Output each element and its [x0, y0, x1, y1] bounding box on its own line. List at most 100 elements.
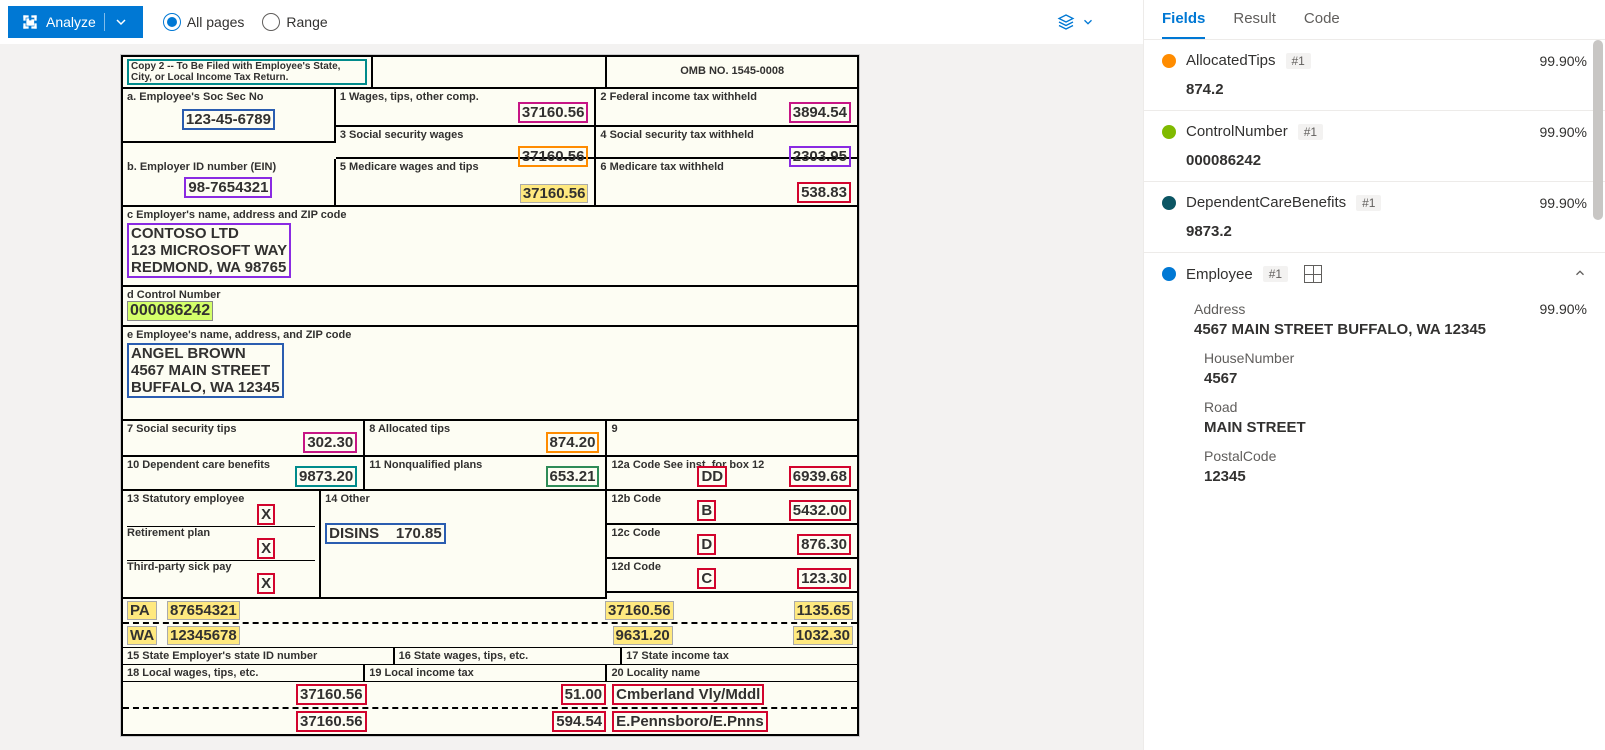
box12b-code: B [697, 500, 716, 521]
box14-value: DISINS 170.85 [325, 523, 446, 544]
ssn-value: 123-45-6789 [182, 109, 275, 130]
field-confidence: 99.90% [1540, 195, 1587, 211]
field-name: ControlNumber [1186, 123, 1288, 140]
box12a-value: 6939.68 [789, 466, 851, 487]
field-badge: #1 [1298, 124, 1323, 140]
ltax1: 51.00 [561, 684, 607, 705]
page-range-radio-group: All pages Range [163, 13, 328, 31]
field-badge: #1 [1356, 195, 1381, 211]
box4-label: 4 Social security tax withheld [600, 129, 853, 141]
analyze-label: Analyze [46, 14, 96, 30]
toolbar: Analyze All pages Range [0, 0, 1143, 44]
box12c-code: D [697, 534, 716, 555]
control-number-value: 000086242 [127, 301, 213, 321]
box19-label: 19 Local income tax [369, 667, 474, 679]
state2: WA [127, 626, 157, 645]
layers-icon[interactable] [1057, 13, 1075, 31]
employer-line1: CONTOSO LTD [131, 225, 287, 242]
subfield-road: Road MAIN STREET [1144, 393, 1605, 442]
box14-label: 14 Other [325, 493, 601, 505]
box7-value: 302.30 [303, 432, 357, 453]
box-c-label: c Employer's name, address and ZIP code [127, 209, 853, 221]
radio-circle-checked [163, 13, 181, 31]
box2-value: 3894.54 [789, 102, 851, 123]
stax2: 1032.30 [793, 626, 853, 645]
toolbar-right [1057, 13, 1135, 31]
box17-label: 17 State income tax [626, 650, 729, 662]
subfield-address: Address99.90% 4567 MAIN STREET BUFFALO, … [1144, 295, 1605, 344]
box13a-x: X [257, 504, 275, 525]
box-a-label: a. Employee's Soc Sec No [127, 91, 330, 103]
box12b-value: 5432.00 [789, 500, 851, 521]
swages2: 9631.20 [613, 626, 673, 645]
chevron-down-icon[interactable] [113, 14, 129, 30]
employer-line2: 123 MICROSOFT WAY [131, 242, 287, 259]
radio-all-pages[interactable]: All pages [163, 13, 245, 31]
document-page: Copy 2 -- To Be Filed with Employee's St… [120, 54, 860, 737]
field-name: AllocatedTips [1186, 52, 1276, 69]
subfield-label: Road [1204, 399, 1587, 415]
omb-label: OMB NO. 1545-0008 [680, 65, 784, 77]
tab-code[interactable]: Code [1304, 10, 1340, 39]
radio-circle [262, 13, 280, 31]
radio-range[interactable]: Range [262, 13, 327, 31]
subfield-value: MAIN STREET [1204, 419, 1587, 436]
field-dependentcarebenefits[interactable]: DependentCareBenefits #1 99.90% 9873.2 [1144, 182, 1605, 253]
box3-label: 3 Social security wages [340, 129, 591, 141]
side-panel: Fields Result Code AllocatedTips #1 99.9… [1143, 0, 1605, 750]
box1-value: 37160.56 [518, 102, 589, 123]
lname1: Cmberland Vly/Mddl [612, 684, 764, 705]
field-allocatedtips[interactable]: AllocatedTips #1 99.90% 874.2 [1144, 40, 1605, 111]
tab-fields[interactable]: Fields [1162, 10, 1205, 39]
ltax2: 594.54 [552, 711, 606, 732]
box8-value: 874.20 [546, 432, 600, 453]
subfield-value: 4567 [1204, 370, 1587, 387]
field-color-dot [1162, 267, 1176, 281]
employer-line3: REDMOND, WA 98765 [131, 259, 287, 276]
radio-all-pages-label: All pages [187, 14, 245, 30]
tab-result[interactable]: Result [1233, 10, 1276, 39]
table-icon[interactable] [1304, 265, 1322, 283]
scrollbar-thumb[interactable] [1593, 40, 1603, 220]
box12d-value: 123.30 [797, 568, 851, 589]
box15-label: 15 State Employer's state ID number [127, 650, 317, 662]
box18-label: 18 Local wages, tips, etc. [127, 667, 258, 679]
field-name: DependentCareBenefits [1186, 194, 1346, 211]
stateid2: 12345678 [167, 626, 240, 645]
box10-value: 9873.20 [295, 466, 357, 487]
copy2-text: Copy 2 -- To Be Filed with Employee's St… [127, 59, 367, 85]
stax1: 1135.65 [794, 601, 853, 620]
subfield-housenumber: HouseNumber 4567 [1144, 344, 1605, 393]
box13b-x: X [257, 538, 275, 559]
field-confidence: 99.90% [1540, 124, 1587, 140]
field-employee[interactable]: Employee #1 [1144, 253, 1605, 295]
document-viewport[interactable]: Copy 2 -- To Be Filed with Employee's St… [0, 44, 1143, 750]
employee-line2: 4567 MAIN STREET [131, 362, 280, 379]
box13c-x: X [257, 573, 275, 594]
box13-sick-label: Third-party sick pay [127, 561, 315, 573]
subfield-value: 12345 [1204, 468, 1587, 485]
lwages1: 37160.56 [296, 684, 367, 705]
subfield-value: 4567 MAIN STREET BUFFALO, WA 12345 [1194, 321, 1587, 338]
subfield-label: PostalCode [1204, 448, 1587, 464]
box6-value: 538.83 [797, 182, 851, 203]
field-color-dot [1162, 196, 1176, 210]
field-value: 9873.2 [1186, 223, 1587, 240]
analyze-button[interactable]: Analyze [8, 6, 143, 38]
box6-label: 6 Medicare tax withheld [600, 161, 853, 173]
box5-label: 5 Medicare wages and tips [340, 161, 591, 173]
subfield-label: Address [1194, 301, 1245, 317]
chevron-down-icon[interactable] [1081, 15, 1095, 29]
state1: PA [127, 601, 157, 620]
box-b-label: b. Employer ID number (EIN) [127, 161, 330, 173]
ein-value: 98-7654321 [184, 177, 272, 198]
subfield-postalcode: PostalCode 12345 [1144, 442, 1605, 491]
box12a-code: DD [697, 466, 727, 487]
field-badge: #1 [1263, 266, 1288, 282]
scrollbar[interactable] [1591, 40, 1605, 750]
subfield-label: HouseNumber [1204, 350, 1587, 366]
chevron-up-icon[interactable] [1573, 266, 1587, 283]
field-controlnumber[interactable]: ControlNumber #1 99.90% 000086242 [1144, 111, 1605, 182]
tabs: Fields Result Code [1144, 0, 1605, 40]
radio-range-label: Range [286, 14, 327, 30]
